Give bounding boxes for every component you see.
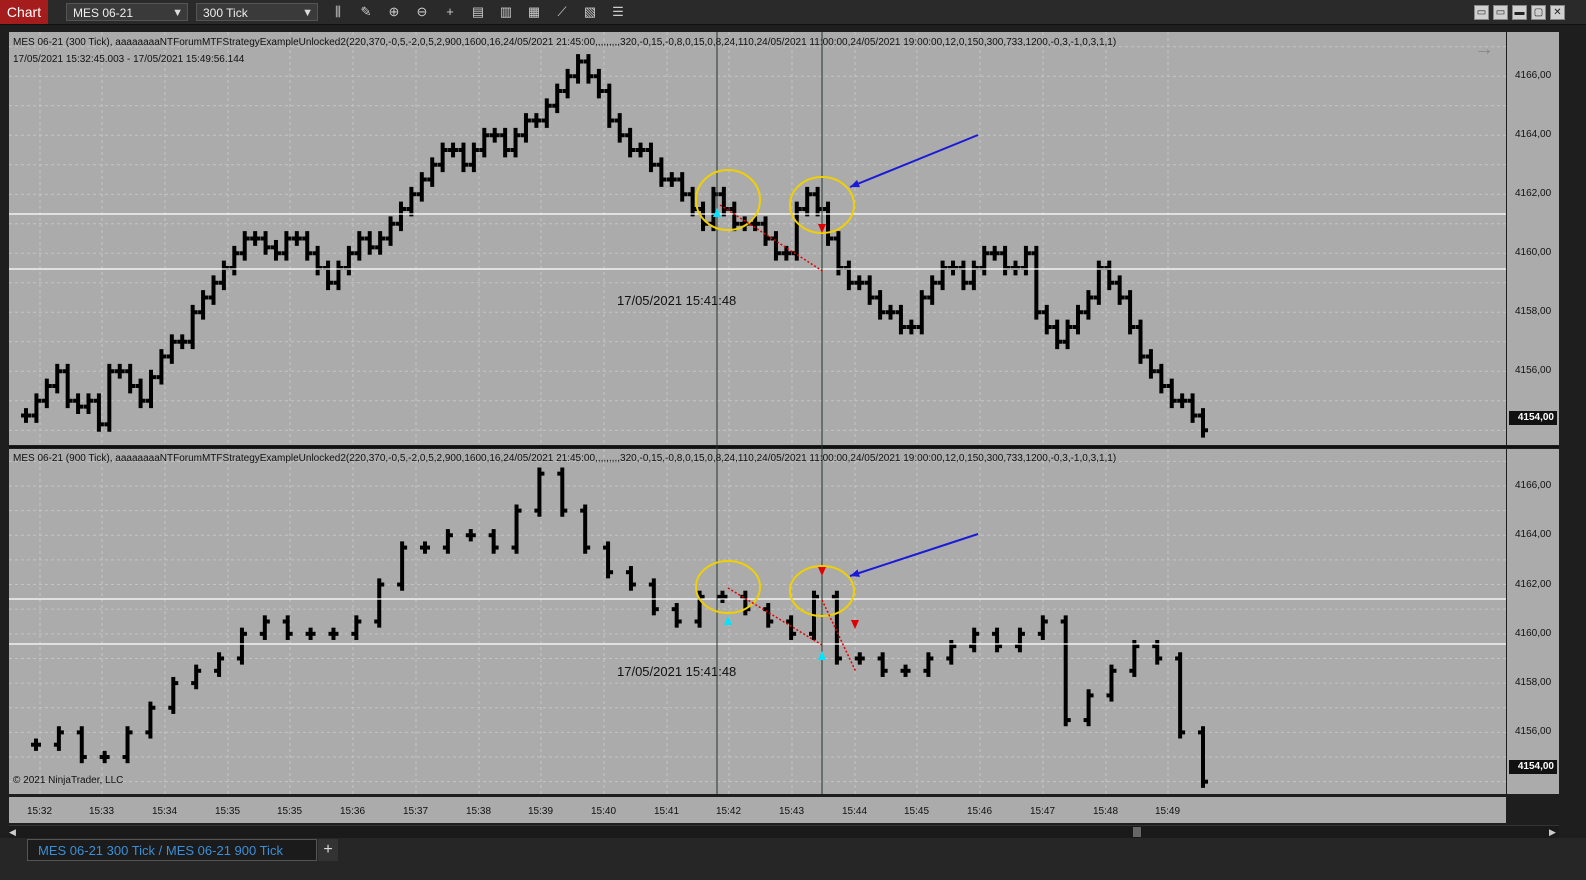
- sell-signal-icon: [818, 224, 826, 233]
- time-tick-label: 15:33: [89, 806, 115, 817]
- buy-signal-icon: [724, 616, 732, 625]
- add-tab-button[interactable]: +: [318, 839, 338, 861]
- annotation-arrow: [849, 533, 979, 577]
- time-tick-label: 15:37: [403, 806, 429, 817]
- signal-connector: [821, 599, 857, 673]
- chart-canvas: [9, 32, 1559, 794]
- sell-signal-icon: [818, 567, 826, 576]
- chart-tab-bar: MES 06-21 300 Tick / MES 06-21 900 Tick …: [0, 838, 1586, 880]
- sell-signal-icon: [851, 620, 859, 629]
- arrow-right-icon[interactable]: →: [1474, 38, 1494, 61]
- time-tick-label: 15:45: [904, 806, 930, 817]
- time-tick-label: 15:35: [277, 806, 303, 817]
- top-panel-title: MES 06-21 (300 Tick), aaaaaaaaNTForumMTF…: [13, 37, 1117, 48]
- time-tick-label: 15:35: [215, 806, 241, 817]
- time-tick-label: 15:47: [1030, 806, 1056, 817]
- bottom-date-label: 17/05/2021 15:41:48: [617, 664, 737, 679]
- top-panel-range: 17/05/2021 15:32:45.003 - 17/05/2021 15:…: [13, 54, 245, 65]
- time-tick-label: 15:48: [1093, 806, 1119, 817]
- arrow-head-icon: [850, 179, 860, 188]
- scroll-thumb[interactable]: [1133, 827, 1141, 837]
- chart-tab[interactable]: MES 06-21 300 Tick / MES 06-21 900 Tick: [27, 839, 317, 861]
- time-tick-label: 15:43: [779, 806, 805, 817]
- time-tick-label: 15:32: [27, 806, 53, 817]
- top-date-label: 17/05/2021 15:41:48: [617, 293, 737, 308]
- annotation-arrow: [849, 134, 979, 188]
- bottom-panel-title: MES 06-21 (900 Tick), aaaaaaaaNTForumMTF…: [13, 453, 1117, 464]
- scroll-left-icon[interactable]: ◀: [9, 827, 19, 837]
- signal-connector: [727, 587, 823, 646]
- time-tick-label: 15:46: [967, 806, 993, 817]
- time-tick-label: 15:40: [591, 806, 617, 817]
- horizontal-scrollbar[interactable]: ◀ ▶: [9, 825, 1559, 838]
- time-tick-label: 15:34: [152, 806, 178, 817]
- time-tick-label: 15:36: [340, 806, 366, 817]
- time-tick-label: 15:42: [716, 806, 742, 817]
- highlight-ellipse: [695, 169, 761, 231]
- time-tick-label: 15:38: [466, 806, 492, 817]
- highlight-ellipse: [695, 560, 761, 614]
- time-tick-label: 15:41: [654, 806, 680, 817]
- time-tick-label: 15:44: [842, 806, 868, 817]
- copyright-label: © 2021 NinjaTrader, LLC: [13, 775, 124, 786]
- time-tick-label: 15:39: [528, 806, 554, 817]
- time-axis[interactable]: 15:32 15:33 15:34 15:35 15:35 15:36 15:37 15:38…: [9, 797, 1506, 823]
- buy-signal-icon: [818, 651, 826, 660]
- scroll-right-icon[interactable]: ▶: [1549, 827, 1559, 837]
- time-tick-label: 15:49: [1155, 806, 1181, 817]
